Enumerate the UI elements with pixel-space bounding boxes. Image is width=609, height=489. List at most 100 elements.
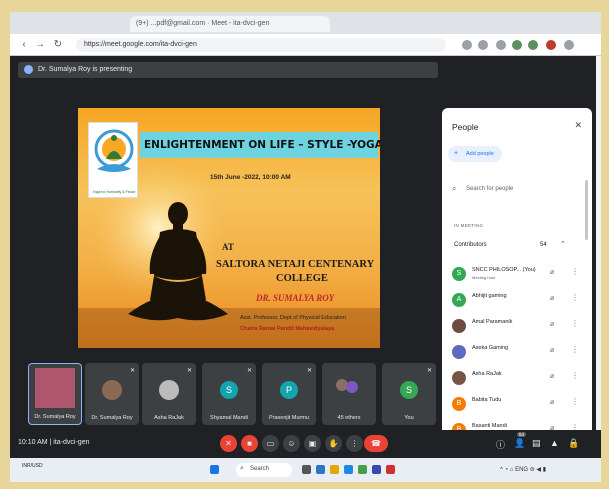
people-list-item[interactable]: Aseka Gaming ⌀ ⋮ [452,342,584,366]
in-meeting-label: IN MEETING [454,223,484,228]
participant-tile[interactable]: S ✕ Shyamal Mandi [202,363,256,425]
participant-tile[interactable]: ✕ Asha RaJak [142,363,196,425]
close-icon[interactable]: ✕ [574,120,582,131]
participant-tile[interactable]: Dr. Sumalya Roy [28,363,82,425]
forward-icon[interactable]: → [34,39,46,51]
side-rail [596,56,601,458]
raise-hand-button[interactable]: ✋ [325,435,342,452]
contributors-label[interactable]: Contributors [454,242,487,248]
more-options-icon[interactable]: ⋮ [571,319,579,328]
chat-icon[interactable]: ▤ [532,438,541,449]
windows-start-icon[interactable] [210,465,219,474]
add-people-button[interactable]: + Add people [448,146,502,162]
meet-control-bar: 10:10 AM | ita-dvci-gen ✕ ■ ▭ ☺ ▣ ✋ ⋮ ☎ … [10,430,601,458]
others-avatar [346,381,358,393]
search-icon: ⌕ [240,465,244,472]
reload-icon[interactable]: ↻ [52,39,64,51]
people-search-input[interactable]: ⌕ Search for people [452,182,577,198]
participant-name: Shyamal Mandi [210,415,248,421]
leave-call-button[interactable]: ☎ [364,435,388,452]
mic-off-icon: ⌀ [550,295,555,302]
task-view-icon[interactable] [302,465,311,474]
screen: (9+) ...pdf@gmail.com · Meet - ita-dvci-… [10,12,601,482]
menu-icon[interactable] [564,40,574,50]
chrome-icon[interactable] [358,465,367,474]
url-field[interactable]: https://meet.google.com/ita-dvci-gen [76,38,446,52]
edge-icon[interactable] [344,465,353,474]
people-list-item[interactable]: B Babita Tudu ⌀ ⋮ [452,394,584,418]
meeting-time-code: 10:10 AM | ita-dvci-gen [18,439,89,446]
mic-off-icon: ✕ [306,368,312,374]
mic-toggle-button[interactable]: ✕ [220,435,237,452]
people-list-item[interactable]: A Abhijit gaming ⌀ ⋮ [452,290,584,314]
more-options-icon[interactable]: ⋮ [571,345,579,354]
extension-icon[interactable] [478,40,488,50]
more-options-button[interactable]: ⋮ [346,435,363,452]
participant-video [35,368,75,408]
slide-title: ENLIGHTENMENT ON LIFE – STYLE -YOGA . [144,139,380,151]
extension-icon[interactable] [528,40,538,50]
people-list-item[interactable]: S SNCC PHILOSOP... (You) Meeting host ⌀ … [452,264,584,288]
camera-toggle-button[interactable]: ■ [241,435,258,452]
extension-icon[interactable] [462,40,472,50]
person-name: Asha RaJak [472,371,502,377]
people-list-item[interactable]: Amal Paramanik ⌀ ⋮ [452,316,584,340]
chevron-up-icon[interactable]: ⌃ [560,240,566,248]
search-icon: ⌕ [452,184,457,193]
person-name: Basanti Mandi [472,423,507,429]
participant-tile-self[interactable]: S ✕ You [382,363,436,425]
participant-name: Dr. Sumalya Roy [34,414,76,420]
captions-button[interactable]: ▭ [262,435,279,452]
more-options-icon[interactable]: ⋮ [571,371,579,380]
add-people-label: Add people [466,151,494,157]
app-icon[interactable] [372,465,381,474]
people-list-item[interactable]: Asha RaJak ⌀ ⋮ [452,368,584,392]
person-avatar: S [452,267,466,281]
file-explorer-icon[interactable] [330,465,339,474]
mic-off-icon: ⌀ [550,399,555,406]
person-avatar: A [452,293,466,307]
participant-count-badge: 54 [517,432,527,437]
profile-icon[interactable] [546,40,556,50]
participant-name: You [404,415,414,421]
person-name: Amal Paramanik [472,319,513,325]
weather-widget[interactable]: INR/USD [22,463,43,469]
mic-off-icon: ⌀ [550,347,555,354]
taskbar-search[interactable]: ⌕ Search [236,463,292,477]
info-icon[interactable]: ⓘ [496,438,505,451]
presenting-text: Dr. Sumalya Roy is presenting [38,66,133,73]
participant-avatar: P [280,381,298,399]
app-icon[interactable] [316,465,325,474]
person-avatar [452,319,466,333]
emoji-button[interactable]: ☺ [283,435,300,452]
host-controls-icon[interactable]: 🔒 [568,438,579,449]
presentation-slide: Yoga for Humanity & Peace ENLIGHTENMENT … [78,108,380,348]
person-name: Abhijit gaming [472,293,507,299]
browser-tab[interactable]: (9+) ...pdf@gmail.com · Meet - ita-dvci-… [130,16,330,32]
mic-off-icon: ⌀ [550,269,555,276]
extension-icon[interactable] [512,40,522,50]
app-icon[interactable] [386,465,395,474]
slide-college-line1: SALTORA NETAJI CENTENARY [216,259,375,270]
presenting-banner: Dr. Sumalya Roy is presenting [18,62,438,78]
slide-date: 15th June -2022, 10:00 AM [210,174,291,181]
participant-tile-others[interactable]: 45 others [322,363,376,425]
extension-icon[interactable] [496,40,506,50]
present-button[interactable]: ▣ [304,435,321,452]
more-options-icon[interactable]: ⋮ [571,293,579,302]
participant-tile[interactable]: P ✕ Prasenjit Murmu [262,363,316,425]
activities-icon[interactable]: ▲ [550,438,559,448]
meeting-time: 10:10 AM [18,439,48,446]
more-options-icon[interactable]: ⋮ [571,397,579,406]
person-avatar [452,371,466,385]
panel-scrollbar[interactable] [585,180,588,240]
person-role: Meeting host [472,275,495,280]
mic-off-icon: ✕ [129,368,135,374]
slide-title-box: ENLIGHTENMENT ON LIFE – STYLE -YOGA . [140,132,380,158]
more-options-icon[interactable]: ⋮ [571,267,579,276]
back-icon[interactable]: ‹ [18,39,30,51]
participant-name: Prasenjit Murmu [268,415,310,421]
participant-tile[interactable]: ✕ Dr. Sumalya Roy [85,363,139,425]
system-tray[interactable]: ^ ◔ ⌂ ENG ⊜ ◀ ▮ [500,466,546,473]
people-icon[interactable]: 👤 [514,438,525,449]
